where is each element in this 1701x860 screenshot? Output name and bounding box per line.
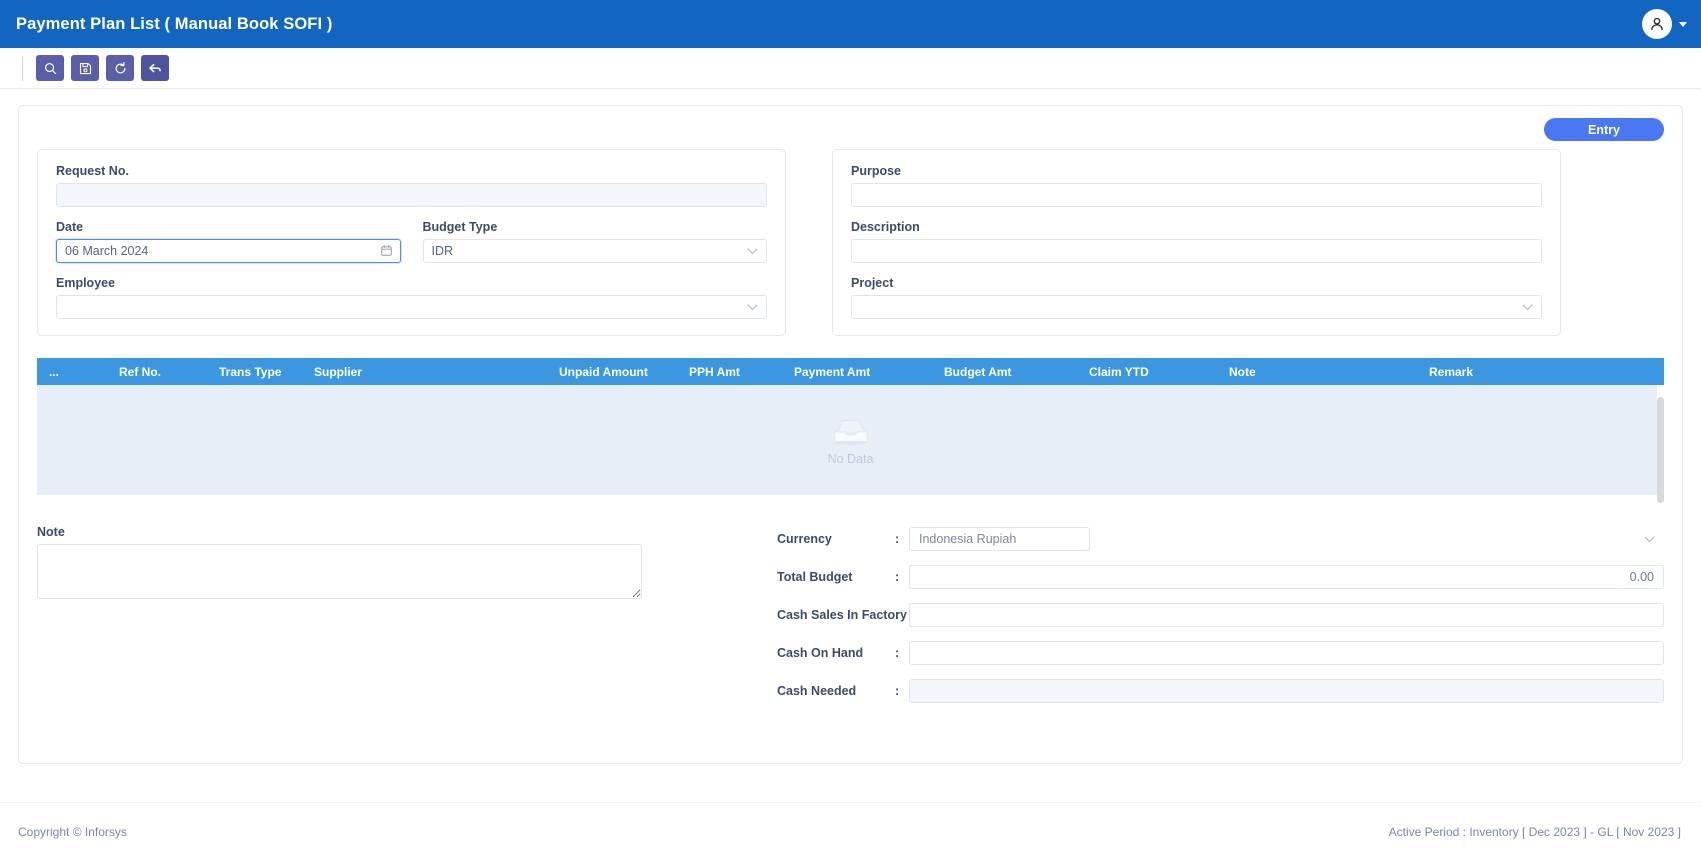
field-project: Project (851, 276, 1542, 319)
employee-label: Employee (56, 276, 116, 290)
search-button[interactable] (36, 55, 64, 81)
form-section: Request No. Date 06 March 2024 Budget Ty… (37, 149, 1664, 336)
currency-select-wrapper (909, 527, 1664, 551)
date-input[interactable] (56, 239, 401, 263)
totals-row-label: Cash Needed (777, 684, 857, 698)
description-input[interactable] (851, 239, 1542, 263)
totals-row: Cash Needed: (777, 679, 1664, 703)
project-label: Project (851, 276, 894, 290)
user-menu[interactable] (1642, 9, 1687, 39)
table-column-header[interactable]: Unpaid Amount (547, 365, 677, 379)
note-label: Note (37, 525, 65, 539)
field-request-no: Request No. (56, 164, 767, 207)
page-footer: Copyright © Inforsys Active Period : Inv… (0, 802, 1701, 860)
totals-row-colon: : (895, 608, 900, 622)
totals-row-label: Total Budget (777, 570, 853, 584)
project-wrapper (851, 295, 1542, 319)
totals-row-colon: : (895, 646, 900, 660)
table-column-header[interactable]: Trans Type (207, 365, 302, 379)
totals-row-input[interactable] (909, 565, 1664, 589)
toolbar (0, 48, 1701, 89)
totals-row: Total Budget: (777, 565, 1664, 589)
form-panel-left: Request No. Date 06 March 2024 Budget Ty… (37, 149, 786, 336)
field-description: Description (851, 220, 1542, 263)
toolbar-divider (22, 55, 23, 81)
page-title: Payment Plan List ( Manual Book SOFI ) (16, 14, 333, 33)
totals-row-input[interactable] (909, 641, 1664, 665)
table-column-header[interactable]: Supplier (302, 365, 547, 379)
project-select[interactable] (851, 295, 1542, 319)
totals-row-label: Cash On Hand (777, 646, 864, 660)
save-button[interactable] (71, 55, 99, 81)
main-card: Entry Request No. Date 06 March 2024 Bud… (18, 105, 1683, 764)
user-icon (1651, 17, 1663, 31)
table-scrollbar-thumb[interactable] (1657, 397, 1664, 503)
request-no-input[interactable] (56, 183, 767, 207)
request-no-label: Request No. (56, 164, 129, 178)
back-button[interactable] (141, 55, 169, 81)
table-column-header[interactable]: Budget Amt (932, 365, 1077, 379)
field-employee: Employee (56, 276, 767, 319)
app-header: Payment Plan List ( Manual Book SOFI ) (0, 0, 1701, 48)
refresh-icon (115, 61, 125, 73)
chevron-down-icon[interactable] (1679, 21, 1687, 27)
purpose-input[interactable] (851, 183, 1542, 207)
search-icon (44, 62, 56, 74)
field-date: Date (56, 220, 401, 263)
budget-type-select[interactable] (422, 239, 767, 263)
totals-row-colon: : (895, 684, 900, 698)
active-period-text: Active Period : Inventory [ Dec 2023 ] -… (1388, 824, 1681, 839)
currency-select[interactable] (909, 527, 1090, 551)
payment-plan-table: ... Ref No. Trans Type Supplier Unpaid Amoun… (37, 358, 1664, 522)
table-column-header[interactable]: Ref No. (107, 365, 207, 379)
entry-action-row: Entry (37, 116, 1664, 149)
table-header-row: ... Ref No. Trans Type Supplier Unpaid Amoun… (37, 358, 1664, 385)
totals-row: Currency: (777, 527, 1664, 551)
table-column-header[interactable]: ... (37, 365, 107, 379)
entry-button[interactable]: Entry (1544, 118, 1664, 141)
save-icon (79, 62, 91, 74)
totals-row-input[interactable] (909, 679, 1664, 703)
table-column-header[interactable]: PPH Amt (677, 365, 782, 379)
table-body: No Data (37, 385, 1664, 522)
bottom-section: Note Currency:Total Budget:Cash Sales In… (37, 525, 1664, 717)
purpose-label: Purpose (851, 164, 902, 178)
totals-row-colon: : (895, 570, 900, 584)
field-budget-type: Budget Type (422, 220, 767, 263)
empty-state-label: No Data (827, 452, 874, 466)
table-column-header[interactable]: Payment Amt (782, 365, 932, 379)
avatar[interactable] (1642, 9, 1672, 39)
totals-row-label: Cash Sales In Factory (777, 608, 907, 622)
description-label: Description (851, 220, 920, 234)
table-column-header[interactable]: Note (1217, 365, 1417, 379)
note-textarea[interactable] (37, 544, 642, 599)
back-arrow-icon (149, 63, 161, 73)
budget-type-wrapper (422, 239, 767, 263)
totals-row-colon: : (895, 532, 900, 546)
totals-row-input[interactable] (909, 603, 1664, 627)
chevron-down-icon[interactable] (1644, 536, 1655, 543)
totals-row: Cash Sales In Factory: (777, 603, 1664, 627)
reset-button[interactable] (106, 55, 134, 81)
employee-select[interactable] (56, 295, 767, 319)
table-column-header[interactable]: Claim YTD (1077, 365, 1217, 379)
field-purpose: Purpose (851, 164, 1542, 207)
date-wrapper (56, 239, 401, 263)
totals-row-label: Currency (777, 532, 832, 546)
copyright-text: Copyright © Inforsys (18, 824, 127, 839)
date-budget-row: Date Budget Type (56, 220, 767, 276)
inbox-empty-icon (833, 419, 868, 445)
form-panel-right: Purpose Description Project (832, 149, 1561, 336)
note-column: Note (37, 525, 777, 717)
budget-type-label: Budget Type (422, 220, 498, 234)
totals-row: Cash On Hand: (777, 641, 1664, 665)
page-body: Entry Request No. Date 06 March 2024 Bud… (0, 89, 1701, 796)
table-column-header[interactable]: Remark (1417, 365, 1557, 379)
table-scrollbar[interactable] (1657, 385, 1664, 522)
employee-wrapper (56, 295, 767, 319)
date-label: Date (56, 220, 84, 234)
totals-column: Currency:Total Budget:Cash Sales In Fact… (777, 525, 1664, 717)
